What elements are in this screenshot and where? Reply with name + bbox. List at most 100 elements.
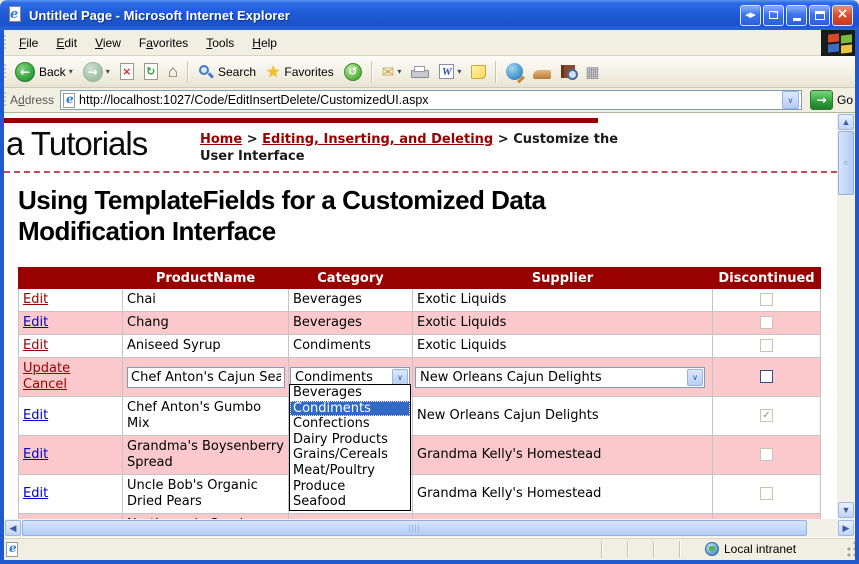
status-left-panel: [0, 542, 601, 557]
edit-page-button[interactable]: [501, 61, 528, 82]
history-button[interactable]: ↺: [339, 61, 367, 83]
search-button[interactable]: Search: [193, 62, 261, 82]
product-cell: Chai: [123, 289, 289, 312]
vertical-scrollbar[interactable]: ▲ ≡ ▼: [837, 113, 855, 519]
mail-dropdown-icon[interactable]: ▾: [397, 67, 401, 76]
supplier-cell: Exotic Liquids: [413, 289, 713, 312]
product-name-input[interactable]: [127, 367, 285, 388]
go-button[interactable]: →: [810, 90, 833, 110]
scroll-up-button[interactable]: ▲: [838, 114, 854, 130]
pop-out-button[interactable]: [763, 5, 784, 26]
close-button[interactable]: ×: [832, 5, 853, 26]
menu-tools[interactable]: Tools: [197, 33, 243, 53]
horizontal-scrollbar[interactable]: ◀ |||| ▶: [4, 519, 855, 537]
messenger-button[interactable]: ▦: [580, 61, 604, 83]
edit-link[interactable]: Edit: [23, 408, 48, 423]
edit-link[interactable]: Edit: [23, 486, 48, 501]
update-link[interactable]: Update: [23, 361, 70, 376]
minimize-button[interactable]: [786, 5, 807, 26]
edit-link[interactable]: Edit: [23, 292, 48, 307]
category-cell: Condiments: [289, 335, 413, 358]
dropdown-option[interactable]: Meat/Poultry: [290, 463, 410, 479]
mail-button[interactable]: ✉ ▾: [377, 61, 407, 83]
home-icon: ⌂: [168, 62, 178, 82]
menu-file[interactable]: File: [10, 33, 47, 53]
product-cell: Aniseed Syrup: [123, 335, 289, 358]
grid-row: EditUncle Bob's Organic Dried PearsGrand…: [19, 475, 821, 514]
back-dropdown-icon[interactable]: ▾: [69, 67, 73, 76]
window-border: [855, 30, 859, 564]
supplier-select[interactable]: New Orleans Cajun Delights∨: [415, 367, 705, 388]
discontinued-checkbox: [760, 316, 773, 329]
page-icon: [63, 93, 75, 108]
history-icon: ↺: [344, 63, 362, 81]
edit-link[interactable]: Edit: [23, 338, 48, 353]
breadcrumb-separator: >: [247, 132, 258, 147]
site-title: a Tutorials: [6, 125, 147, 163]
status-separator: [601, 541, 603, 558]
vertical-scroll-thumb[interactable]: ≡: [838, 131, 854, 195]
horizontal-scroll-thumb[interactable]: ||||: [22, 520, 807, 536]
back-button[interactable]: ← Back ▾: [10, 60, 78, 84]
go-label[interactable]: Go: [837, 93, 853, 107]
dropdown-option[interactable]: Grains/Cereals: [290, 447, 410, 463]
category-cell: Beverages: [289, 312, 413, 335]
forward-dropdown-icon: ▾: [106, 67, 110, 76]
supplier-cell: Grandma Kelly's Homestead: [413, 436, 713, 475]
refresh-button[interactable]: ↻: [139, 61, 163, 82]
dropdown-option[interactable]: Seafood: [290, 494, 410, 510]
discontinued-cell: [713, 358, 821, 397]
toolbar-separator: [495, 61, 497, 83]
chevron-down-icon[interactable]: ∨: [392, 369, 408, 386]
edit-link[interactable]: Edit: [23, 447, 48, 462]
scroll-right-button[interactable]: ▶: [838, 520, 854, 536]
edit-with-word-button[interactable]: W ▾: [434, 62, 466, 81]
favorites-button[interactable]: ★ Favorites: [261, 60, 339, 84]
discuss-button[interactable]: [466, 63, 491, 81]
pop-out-icon: [769, 11, 778, 19]
breadcrumb-section-link[interactable]: Editing, Inserting, and Deleting: [262, 132, 493, 147]
word-dropdown-icon[interactable]: ▾: [457, 67, 461, 76]
print-button[interactable]: [406, 62, 434, 82]
maximize-button[interactable]: [809, 5, 830, 26]
status-separator: [679, 541, 681, 558]
discontinued-checkbox: [760, 293, 773, 306]
cancel-link[interactable]: Cancel: [23, 377, 67, 392]
scroll-left-button[interactable]: ◀: [5, 520, 21, 536]
dropdown-option[interactable]: Beverages: [290, 385, 410, 401]
stop-button[interactable]: ×: [115, 61, 139, 82]
breadcrumb-home-link[interactable]: Home: [200, 132, 242, 147]
menu-favorites[interactable]: Favorites: [130, 33, 197, 53]
address-dropdown-button[interactable]: ∨: [782, 91, 799, 109]
toolbar-separator: [187, 61, 189, 83]
dropdown-option[interactable]: Confections: [290, 416, 410, 432]
dropdown-option[interactable]: Condiments: [290, 401, 410, 417]
ie-page-icon: e: [6, 6, 24, 24]
menu-edit[interactable]: Edit: [47, 33, 86, 53]
extension-button[interactable]: [528, 62, 556, 81]
dropdown-option[interactable]: Produce: [290, 479, 410, 495]
title-bar[interactable]: e Untitled Page - Microsoft Internet Exp…: [0, 0, 859, 30]
category-cell: Beverages: [289, 289, 413, 312]
category-dropdown-list[interactable]: BeveragesCondimentsConfectionsDairy Prod…: [289, 384, 411, 511]
discontinued-checkbox[interactable]: [760, 370, 773, 383]
address-field[interactable]: http://localhost:1027/Code/EditInsertDel…: [60, 90, 802, 110]
discontinued-cell: [713, 436, 821, 475]
edit-link[interactable]: Edit: [23, 315, 48, 330]
research-button[interactable]: [556, 63, 580, 80]
menu-view[interactable]: View: [86, 33, 130, 53]
left-right-arrows-button[interactable]: ◀▶: [740, 5, 761, 26]
discontinued-checkbox: [760, 448, 773, 461]
dashed-divider: [4, 171, 837, 173]
forward-button[interactable]: → ▾: [78, 60, 115, 84]
status-bar: Local intranet: [0, 537, 859, 560]
scroll-down-button[interactable]: ▼: [838, 502, 854, 518]
header-actions: [19, 268, 123, 289]
chevron-down-icon[interactable]: ∨: [687, 369, 703, 386]
dropdown-option[interactable]: Dairy Products: [290, 432, 410, 448]
discontinued-checkbox: ✓: [760, 409, 773, 422]
menu-help[interactable]: Help: [243, 33, 286, 53]
home-button[interactable]: ⌂: [163, 60, 183, 84]
address-url[interactable]: http://localhost:1027/Code/EditInsertDel…: [79, 93, 782, 107]
supplier-cell: Exotic Liquids: [413, 335, 713, 358]
